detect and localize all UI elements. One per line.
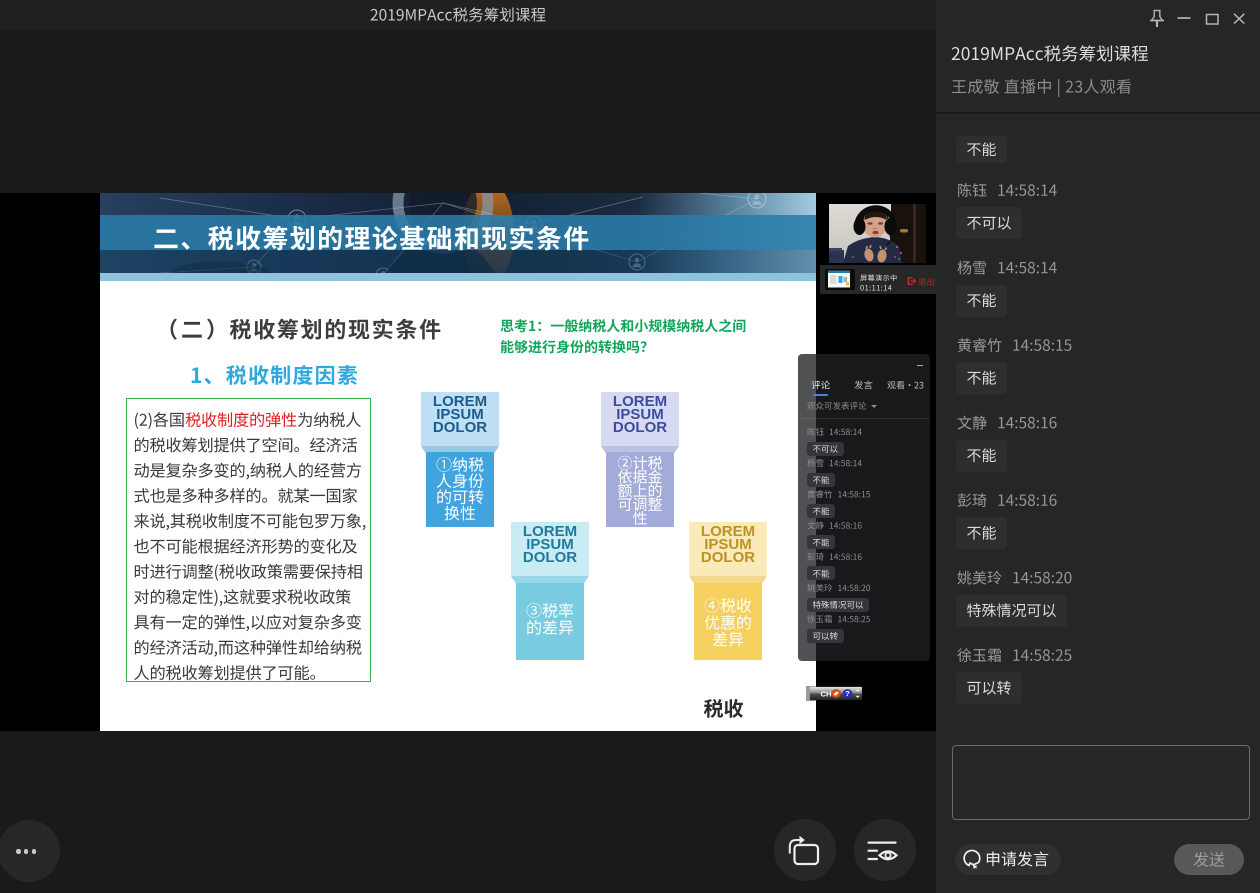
svg-text:CH: CH xyxy=(820,690,831,699)
svg-text:?: ? xyxy=(845,689,850,698)
